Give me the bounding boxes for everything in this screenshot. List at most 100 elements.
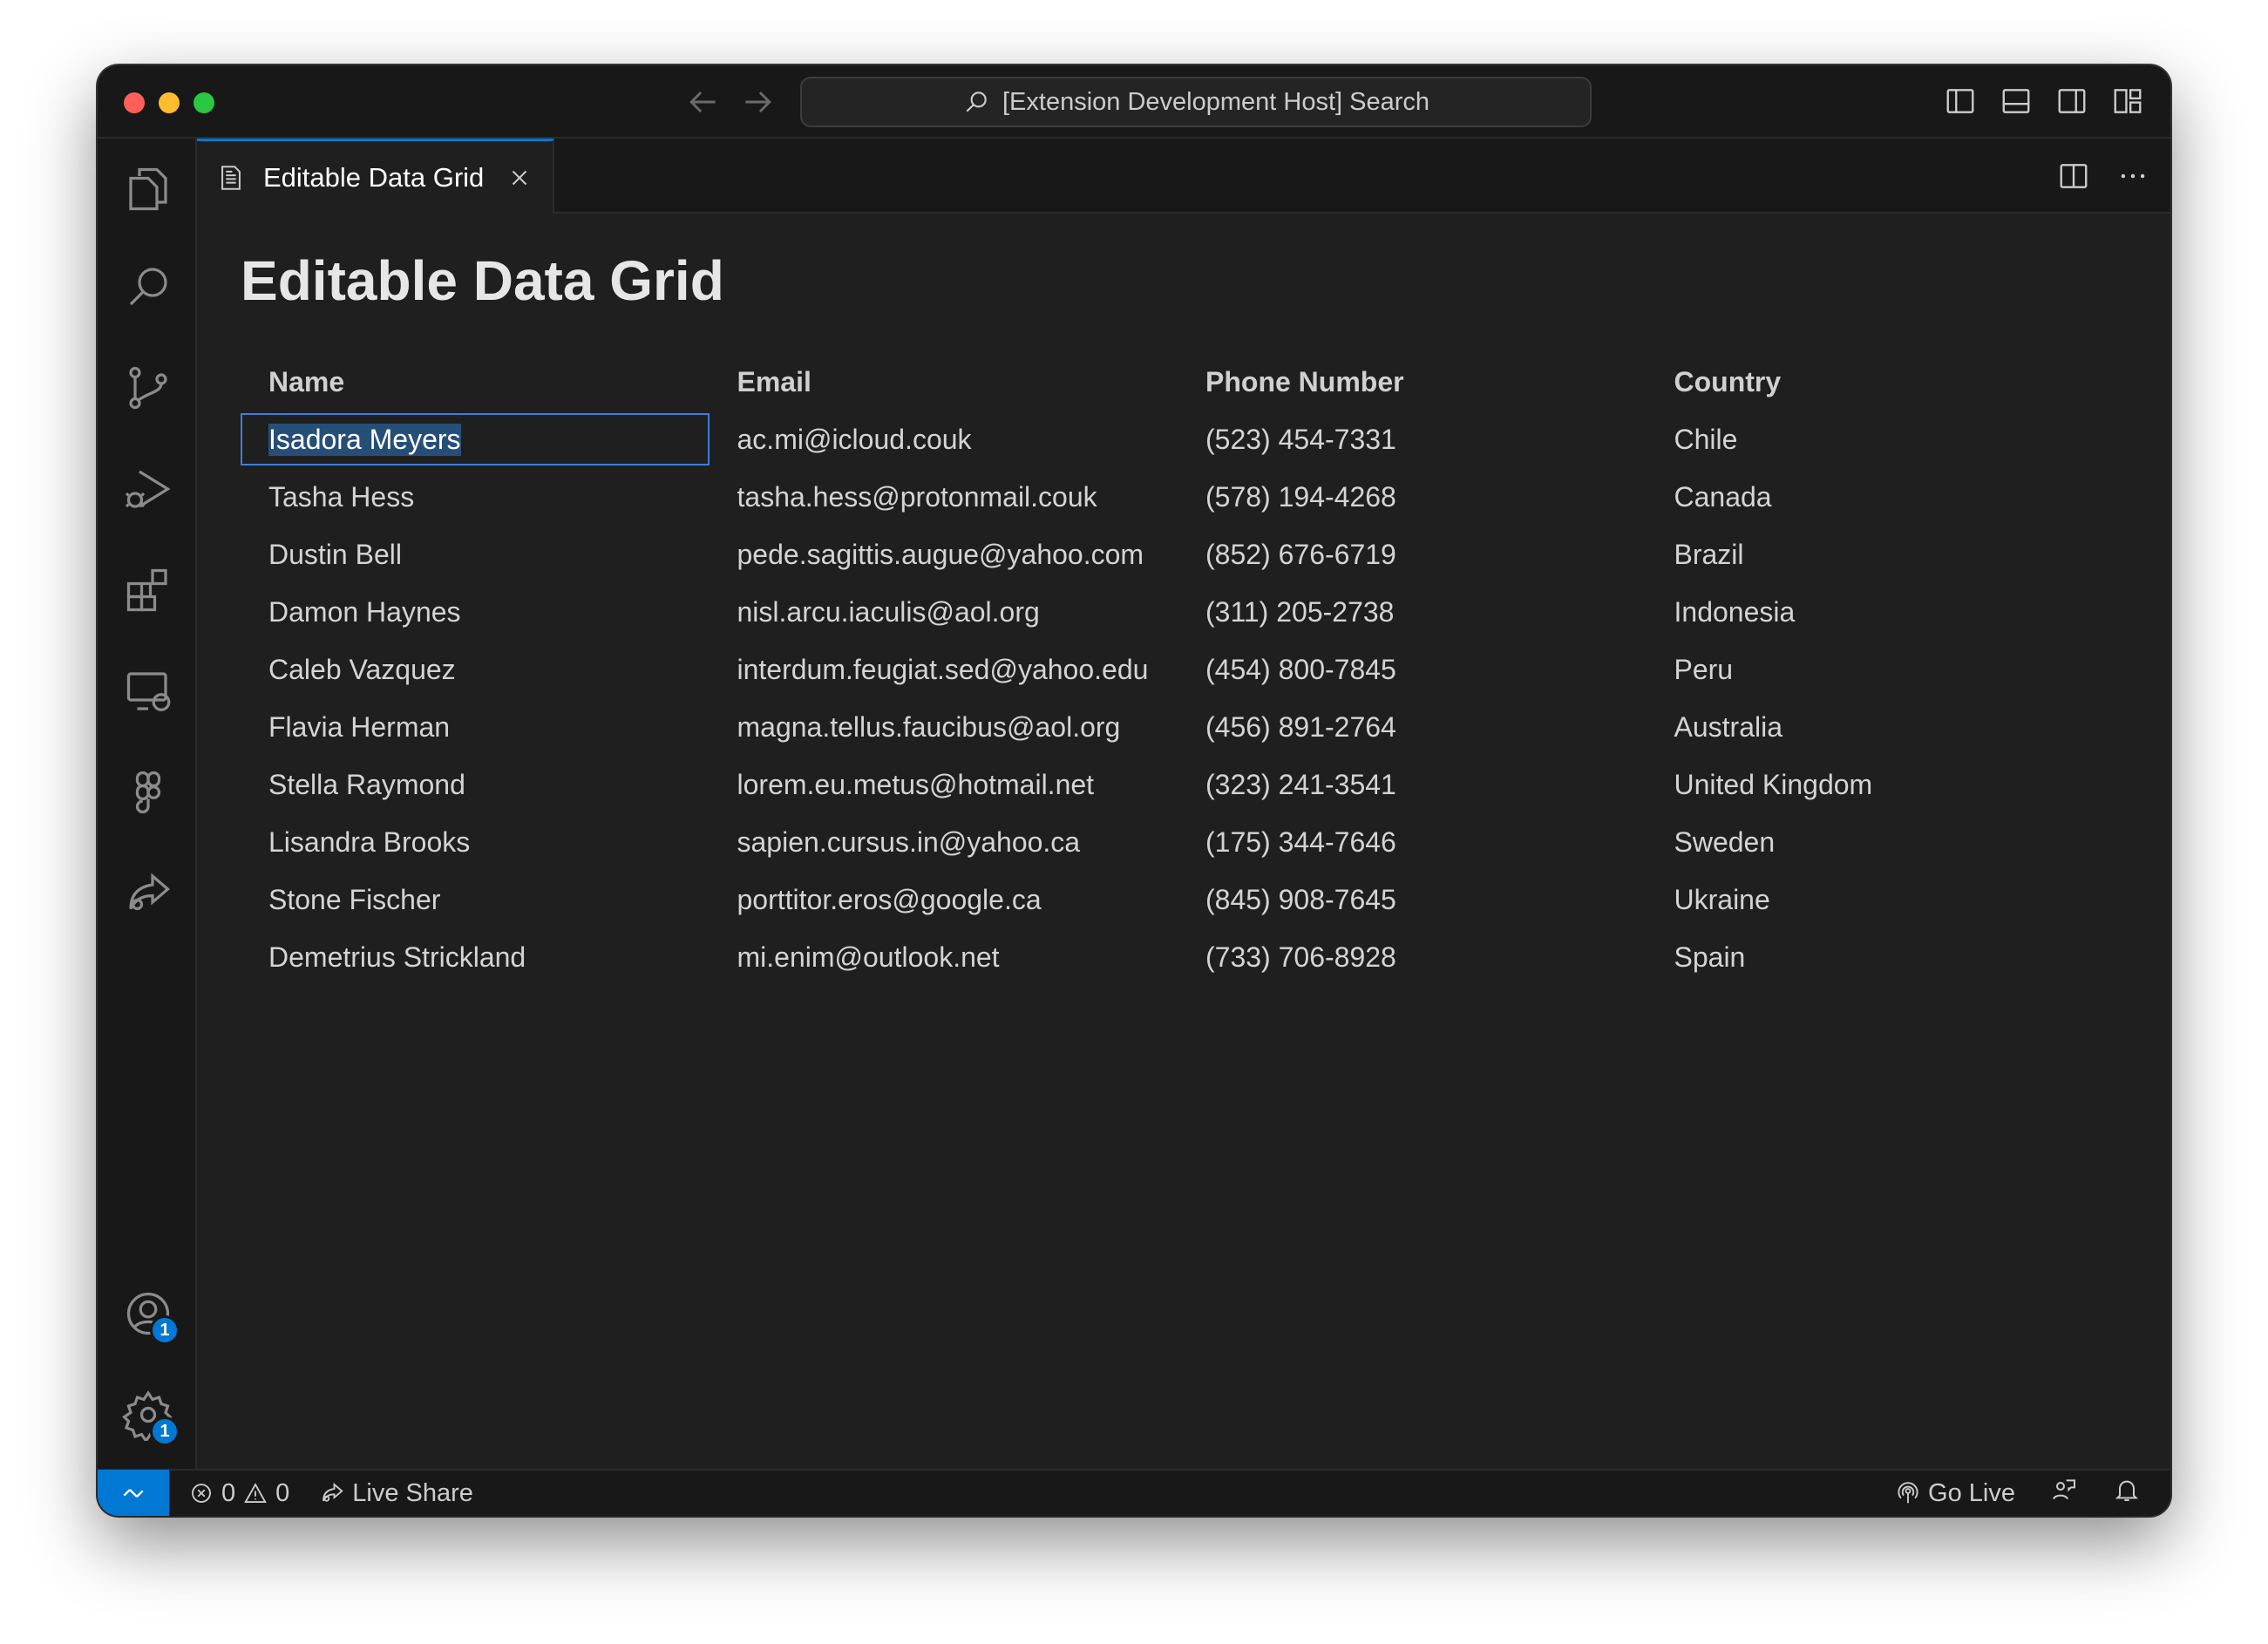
grid-cell-country[interactable]: Spain xyxy=(1647,931,2115,983)
minimize-window-button[interactable] xyxy=(159,92,180,113)
grid-cell-name[interactable]: Flavia Herman xyxy=(241,701,710,753)
maximize-window-button[interactable] xyxy=(194,92,214,113)
grid-cell-name[interactable]: Damon Haynes xyxy=(241,586,710,638)
accounts-icon[interactable]: 1 xyxy=(122,1287,180,1345)
grid-cell-name[interactable]: Dustin Bell xyxy=(241,528,710,581)
grid-cell-name[interactable]: Stella Raymond xyxy=(241,758,710,811)
grid-cell-name[interactable]: Stone Fischer xyxy=(241,873,710,926)
grid-cell-email[interactable]: lorem.eu.metus@hotmail.net xyxy=(710,758,1178,811)
grid-cell-phone[interactable]: (523) 454-7331 xyxy=(1178,413,1647,465)
extensions-icon[interactable] xyxy=(122,564,174,616)
table-row: Damon Haynes nisl.arcu.iaculis@aol.org (… xyxy=(241,583,2115,641)
remote-indicator-button[interactable] xyxy=(98,1470,169,1516)
search-text: [Extension Development Host] Search xyxy=(1002,87,1430,116)
grid-cell-name[interactable]: Tasha Hess xyxy=(241,471,710,523)
grid-cell-phone[interactable]: (175) 344-7646 xyxy=(1178,816,1647,868)
live-share-label: Live Share xyxy=(352,1478,473,1507)
grid-cell-phone[interactable]: (323) 241-3541 xyxy=(1178,758,1647,811)
editor-actions xyxy=(2057,160,2149,193)
toggle-primary-sidebar-icon[interactable] xyxy=(1944,85,1977,118)
grid-cell-phone[interactable]: (578) 194-4268 xyxy=(1178,471,1647,523)
grid-cell-name[interactable]: Isadora Meyers xyxy=(241,413,710,465)
grid-cell-country[interactable]: United Kingdom xyxy=(1647,758,2115,811)
grid-cell-country[interactable]: Sweden xyxy=(1647,816,2115,868)
go-live-label: Go Live xyxy=(1928,1478,2015,1507)
grid-cell-country[interactable]: Indonesia xyxy=(1647,586,2115,638)
table-row: Demetrius Strickland mi.enim@outlook.net… xyxy=(241,928,2115,986)
grid-cell-country[interactable]: Canada xyxy=(1647,471,2115,523)
table-row: Stone Fischer porttitor.eros@google.ca (… xyxy=(241,871,2115,928)
grid-cell-email[interactable]: nisl.arcu.iaculis@aol.org xyxy=(710,586,1178,638)
command-center-search[interactable]: [Extension Development Host] Search xyxy=(800,77,1592,127)
explorer-icon[interactable] xyxy=(122,163,174,215)
grid-cell-phone[interactable]: (733) 706-8928 xyxy=(1178,931,1647,983)
grid-cell-phone[interactable]: (456) 891-2764 xyxy=(1178,701,1647,753)
grid-header-row: Name Email Phone Number Country xyxy=(241,353,2115,411)
notifications-bell-icon[interactable] xyxy=(2113,1476,2141,1511)
status-bar-right: Go Live xyxy=(1876,1476,2170,1511)
remote-icon xyxy=(123,1489,144,1498)
grid-cell-email[interactable]: ac.mi@icloud.couk xyxy=(710,413,1178,465)
grid-cell-phone[interactable]: (845) 908-7645 xyxy=(1178,873,1647,926)
warning-count: 0 xyxy=(275,1478,290,1507)
forward-arrow-icon[interactable] xyxy=(739,83,778,121)
grid-cell-phone[interactable]: (454) 800-7845 xyxy=(1178,643,1647,696)
customize-layout-icon[interactable] xyxy=(2111,85,2144,118)
remote-explorer-icon[interactable] xyxy=(122,665,174,717)
more-actions-icon[interactable] xyxy=(2116,160,2149,193)
grid-cell-email[interactable]: mi.enim@outlook.net xyxy=(710,931,1178,983)
grid-cell-email[interactable]: sapien.cursus.in@yahoo.ca xyxy=(710,816,1178,868)
grid-cell-email[interactable]: tasha.hess@protonmail.couk xyxy=(710,471,1178,523)
grid-cell-name[interactable]: Lisandra Brooks xyxy=(241,816,710,868)
grid-cell-country[interactable]: Ukraine xyxy=(1647,873,2115,926)
grid-cell-phone[interactable]: (852) 676-6719 xyxy=(1178,528,1647,581)
live-share-icon xyxy=(323,1482,343,1502)
back-arrow-icon[interactable] xyxy=(683,83,722,121)
go-live-button[interactable]: Go Live xyxy=(1895,1479,2015,1508)
activity-bar: 1 1 xyxy=(98,139,197,1469)
grid-cell-country[interactable]: Chile xyxy=(1647,413,2115,465)
status-bar: 0 0 Live Share Go Live xyxy=(98,1469,2170,1516)
settings-gear-icon[interactable]: 1 xyxy=(121,1389,180,1446)
toggle-panel-icon[interactable] xyxy=(2000,85,2033,118)
table-row: Caleb Vazquez interdum.feugiat.sed@yahoo… xyxy=(241,641,2115,698)
file-icon xyxy=(216,163,246,193)
tab-editable-data-grid[interactable]: Editable Data Grid xyxy=(197,139,554,214)
grid-cell-country[interactable]: Peru xyxy=(1647,643,2115,696)
grid-cell-name[interactable]: Demetrius Strickland xyxy=(241,931,710,983)
column-header-country: Country xyxy=(1674,365,1782,397)
search-icon xyxy=(966,92,987,112)
grid-cell-email[interactable]: pede.sagittis.augue@yahoo.com xyxy=(710,528,1178,581)
grid-cell-name[interactable]: Caleb Vazquez xyxy=(241,643,710,696)
error-icon xyxy=(192,1484,211,1503)
live-share-icon[interactable] xyxy=(122,867,174,920)
vscode-window: [Extension Development Host] Search 1 1 … xyxy=(98,65,2170,1516)
figma-icon[interactable] xyxy=(122,766,174,819)
page-title: Editable Data Grid xyxy=(241,249,724,312)
close-window-button[interactable] xyxy=(124,92,145,113)
grid-cell-email[interactable]: porttitor.eros@google.ca xyxy=(710,873,1178,926)
accounts-feedback-icon[interactable] xyxy=(2050,1476,2078,1511)
broadcast-icon xyxy=(1898,1482,1918,1504)
grid-cell-phone[interactable]: (311) 205-2738 xyxy=(1178,586,1647,638)
column-header-phone: Phone Number xyxy=(1205,365,1404,397)
search-icon[interactable] xyxy=(122,261,174,313)
grid-cell-country[interactable]: Brazil xyxy=(1647,528,2115,581)
toggle-secondary-sidebar-icon[interactable] xyxy=(2055,85,2088,118)
settings-badge: 1 xyxy=(150,1416,180,1446)
grid-cell-email[interactable]: magna.tellus.faucibus@aol.org xyxy=(710,701,1178,753)
editor-tab-bar: Editable Data Grid xyxy=(197,139,2170,214)
table-row: Isadora Meyers ac.mi@icloud.couk (523) 4… xyxy=(241,411,2115,468)
source-control-icon[interactable] xyxy=(122,362,174,414)
grid-cell-country[interactable]: Australia xyxy=(1647,701,2115,753)
live-share-status-button[interactable]: Live Share xyxy=(319,1479,473,1508)
split-editor-icon[interactable] xyxy=(2057,160,2090,193)
grid-cell-email[interactable]: interdum.feugiat.sed@yahoo.edu xyxy=(710,643,1178,696)
layout-controls xyxy=(1944,85,2144,118)
problems-indicator[interactable]: 0 0 xyxy=(188,1479,289,1508)
editor-area: Editable Data Grid Name Email Phone Numb… xyxy=(197,214,2170,1469)
run-and-debug-icon[interactable] xyxy=(122,463,174,515)
table-row: Flavia Herman magna.tellus.faucibus@aol.… xyxy=(241,698,2115,756)
close-icon[interactable] xyxy=(506,165,533,191)
column-header-email: Email xyxy=(737,365,811,397)
